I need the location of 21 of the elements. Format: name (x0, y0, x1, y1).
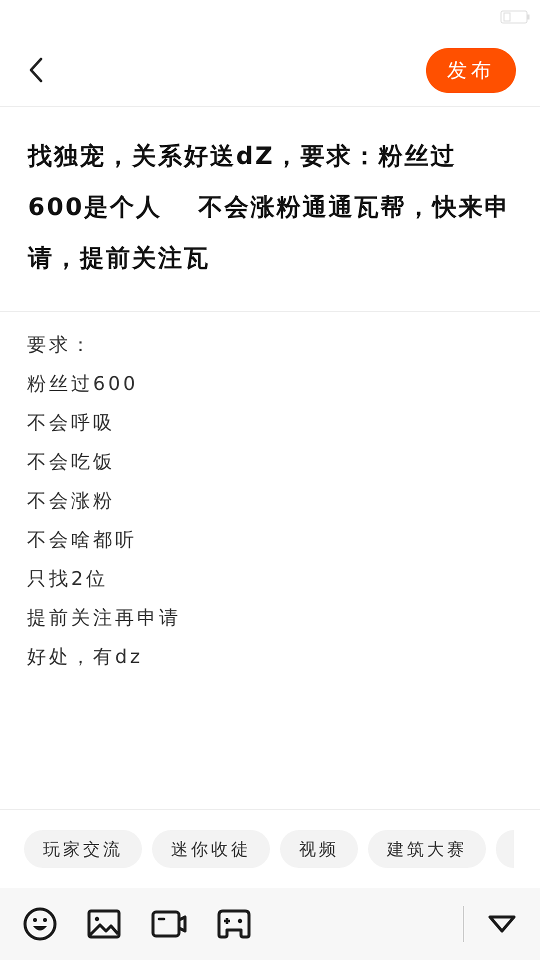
video-camera-icon[interactable] (151, 910, 187, 938)
post-title[interactable]: 找独宠，关系好送dZ，要求：粉丝过600是个人 不会涨粉通通瓦帮，快来申请，提前关注瓦 (0, 107, 540, 312)
tag-chip[interactable]: 迷你收徒 (152, 830, 270, 868)
body-line: 不会呼吸 (27, 411, 116, 436)
battery-icon (500, 10, 530, 24)
smiley-icon[interactable] (23, 907, 57, 941)
back-icon[interactable] (28, 57, 44, 83)
body-line: 提前关注再申请 (27, 606, 182, 631)
body-line: 只找2位 (27, 567, 110, 592)
tag-chip[interactable]: 建筑大赛 (368, 830, 486, 868)
gamepad-icon[interactable] (217, 909, 251, 939)
collapse-icon[interactable] (488, 914, 516, 934)
body-line: 要求： (27, 333, 94, 358)
tag-chip[interactable]: 视频 (280, 830, 358, 868)
body-line: 不会吃饭 (27, 450, 116, 475)
body-line: 不会啥都听 (27, 528, 138, 553)
tag-chip[interactable]: 玩家交流 (24, 830, 142, 868)
image-icon[interactable] (87, 909, 121, 939)
body-line: 好处，有dz (27, 645, 144, 670)
body-line: 粉丝过600 (27, 372, 140, 397)
body-line: 不会涨粉 (27, 489, 116, 514)
